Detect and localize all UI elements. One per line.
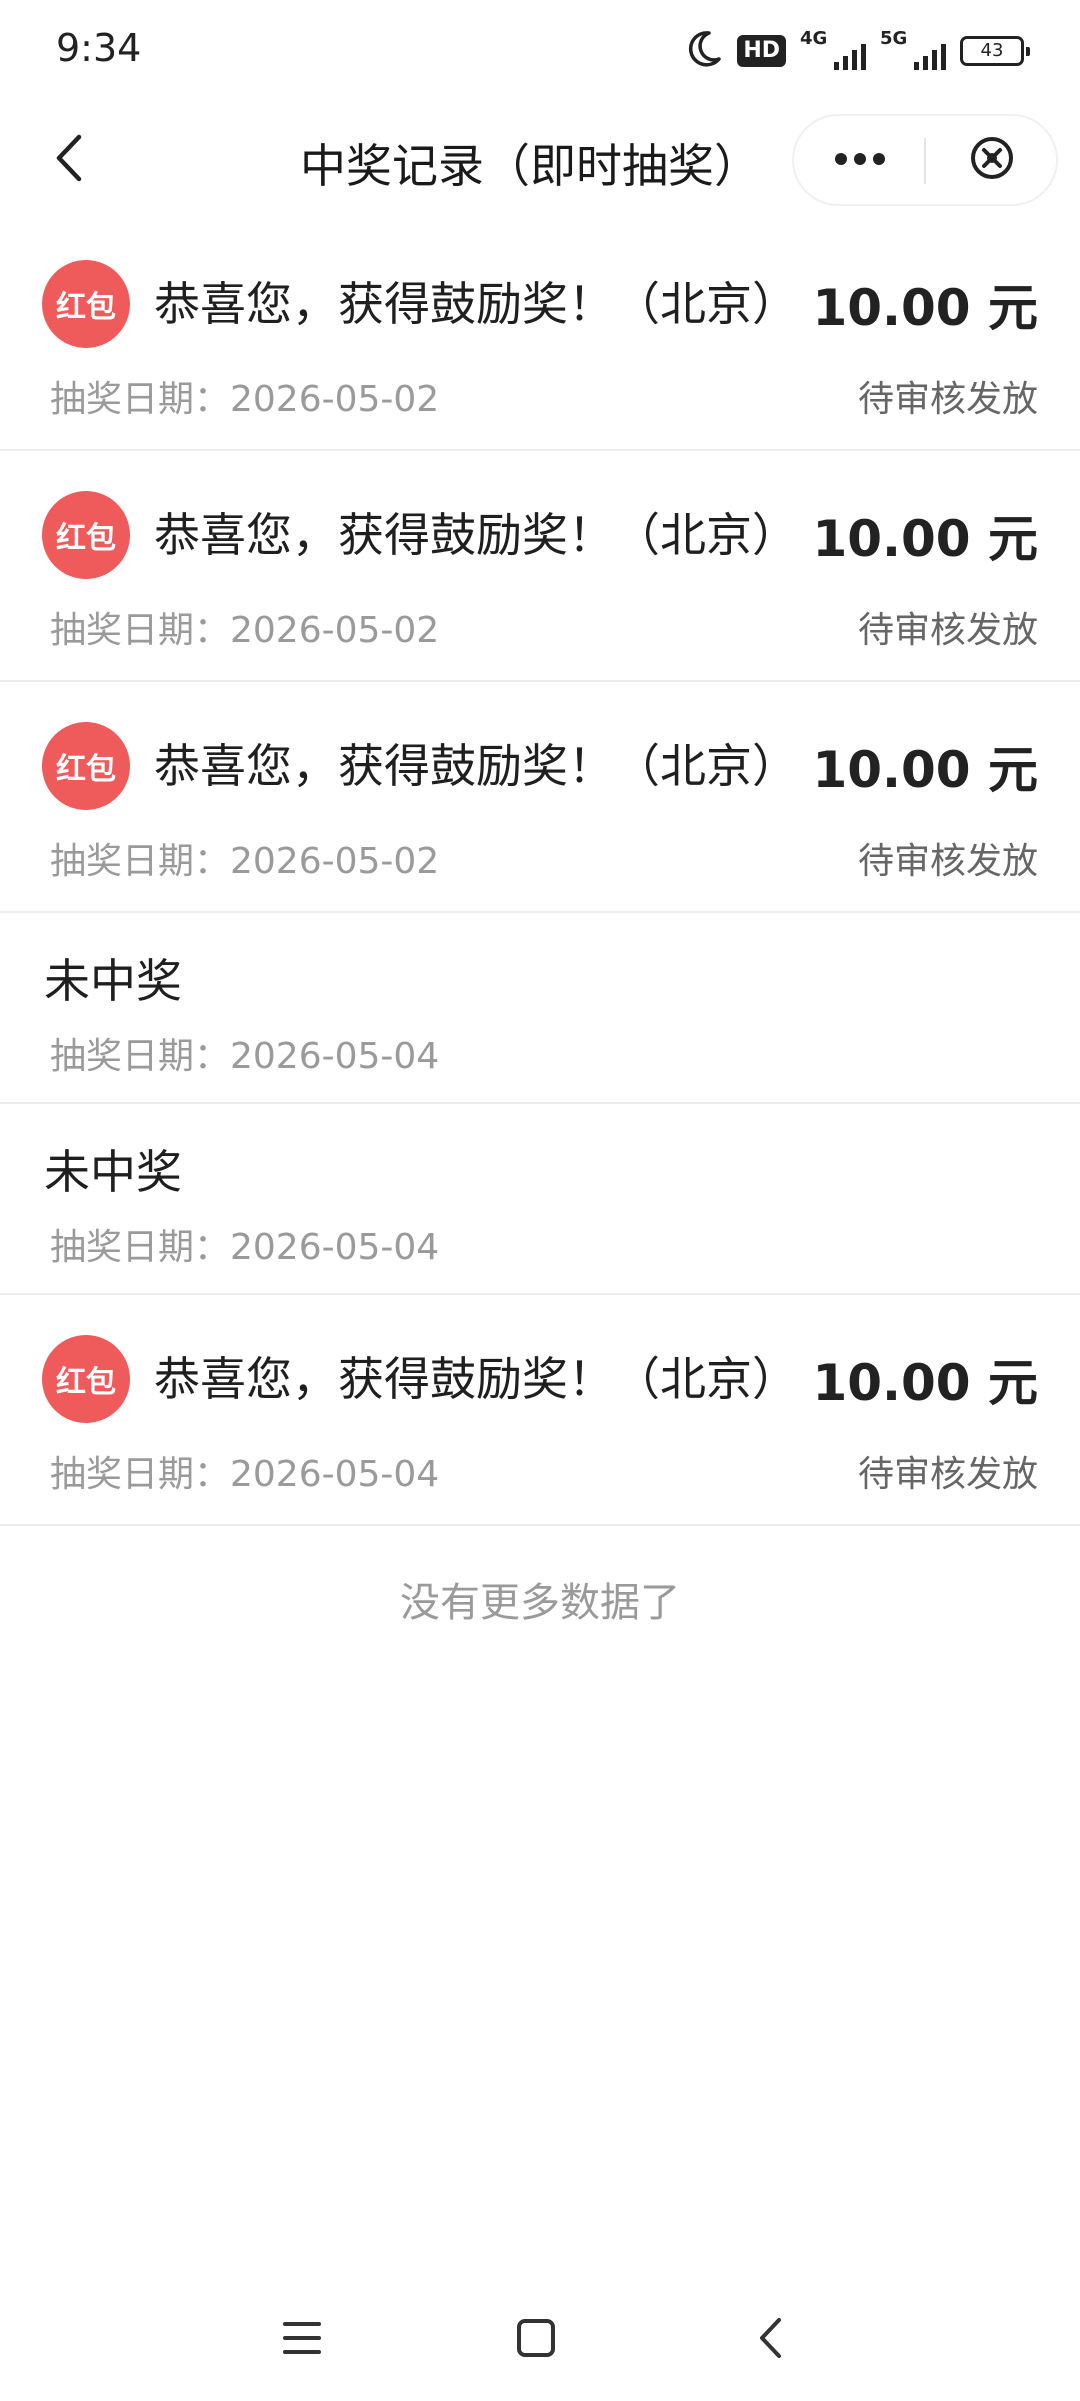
record-status: 待审核发放 (857, 379, 1038, 420)
mini-program-capsule (792, 114, 1058, 206)
record-status: 待审核发放 (857, 1454, 1038, 1495)
record-amount: 10.00 元 (812, 741, 1038, 799)
record-title: 恭喜您，获得鼓励奖！（北京） (154, 508, 798, 562)
signal-4g-icon: 4G (800, 28, 866, 74)
signal-5g-icon: 5G (880, 28, 946, 74)
record-status: 待审核发放 (857, 610, 1038, 651)
record-date: 抽奖日期：2026-05-02 (50, 379, 440, 420)
home-icon (516, 2318, 556, 2362)
record-date: 抽奖日期：2026-05-04 (50, 1036, 440, 1077)
close-button[interactable] (928, 116, 1056, 204)
record-item[interactable]: 红包 恭喜您，获得鼓励奖！（北京） 10.00 元 抽奖日期：2026-05-0… (0, 1295, 1080, 1526)
moon-icon (687, 29, 723, 73)
home-button[interactable] (496, 2310, 576, 2370)
record-title: 恭喜您，获得鼓励奖！（北京） (154, 739, 798, 793)
record-item[interactable]: 红包 恭喜您，获得鼓励奖！（北京） 10.00 元 抽奖日期：2026-05-0… (0, 220, 1080, 451)
battery-level: 43 (980, 40, 1004, 61)
record-list: 红包 恭喜您，获得鼓励奖！（北京） 10.00 元 抽奖日期：2026-05-0… (0, 220, 1080, 1526)
no-more-data-text: 没有更多数据了 (400, 1580, 680, 1626)
record-item[interactable]: 红包 恭喜您，获得鼓励奖！（北京） 10.00 元 抽奖日期：2026-05-0… (0, 451, 1080, 682)
record-date: 抽奖日期：2026-05-02 (50, 841, 440, 882)
menu-icon (282, 2320, 322, 2360)
record-title: 未中奖 (44, 1145, 182, 1199)
network-5g-label: 5G (880, 28, 908, 49)
record-title: 未中奖 (44, 954, 182, 1008)
status-bar: 9:34 HD 4G 5G 43 (0, 0, 1080, 100)
nav-bar: 中奖记录（即时抽奖） (0, 100, 1080, 220)
close-circle-icon (969, 135, 1015, 185)
more-button[interactable] (794, 116, 926, 204)
hd-icon: HD (737, 35, 786, 67)
record-item[interactable]: 未中奖 抽奖日期：2026-05-04 (0, 1104, 1080, 1295)
red-packet-badge: 红包 (42, 722, 130, 810)
capsule-divider (924, 138, 926, 184)
record-title: 恭喜您，获得鼓励奖！（北京） (154, 1352, 798, 1406)
record-title: 恭喜您，获得鼓励奖！（北京） (154, 277, 798, 331)
record-amount: 10.00 元 (812, 279, 1038, 337)
status-time: 9:34 (56, 26, 142, 70)
red-packet-badge: 红包 (42, 260, 130, 348)
system-navigation-bar (0, 2290, 1080, 2390)
record-date: 抽奖日期：2026-05-04 (50, 1454, 440, 1495)
system-back-button[interactable] (730, 2310, 810, 2370)
battery-icon: 43 (960, 36, 1030, 66)
status-icons: HD 4G 5G 43 (687, 28, 1030, 74)
record-item[interactable]: 未中奖 抽奖日期：2026-05-04 (0, 913, 1080, 1104)
network-4g-label: 4G (800, 28, 828, 49)
menu-button[interactable] (262, 2310, 342, 2370)
record-date: 抽奖日期：2026-05-02 (50, 610, 440, 651)
back-icon (757, 2316, 783, 2364)
record-status: 待审核发放 (857, 841, 1038, 882)
red-packet-badge: 红包 (42, 491, 130, 579)
record-date: 抽奖日期：2026-05-04 (50, 1227, 440, 1268)
more-dots-icon (834, 151, 886, 170)
red-packet-badge: 红包 (42, 1335, 130, 1423)
record-amount: 10.00 元 (812, 1354, 1038, 1412)
record-amount: 10.00 元 (812, 510, 1038, 568)
record-item[interactable]: 红包 恭喜您，获得鼓励奖！（北京） 10.00 元 抽奖日期：2026-05-0… (0, 682, 1080, 913)
